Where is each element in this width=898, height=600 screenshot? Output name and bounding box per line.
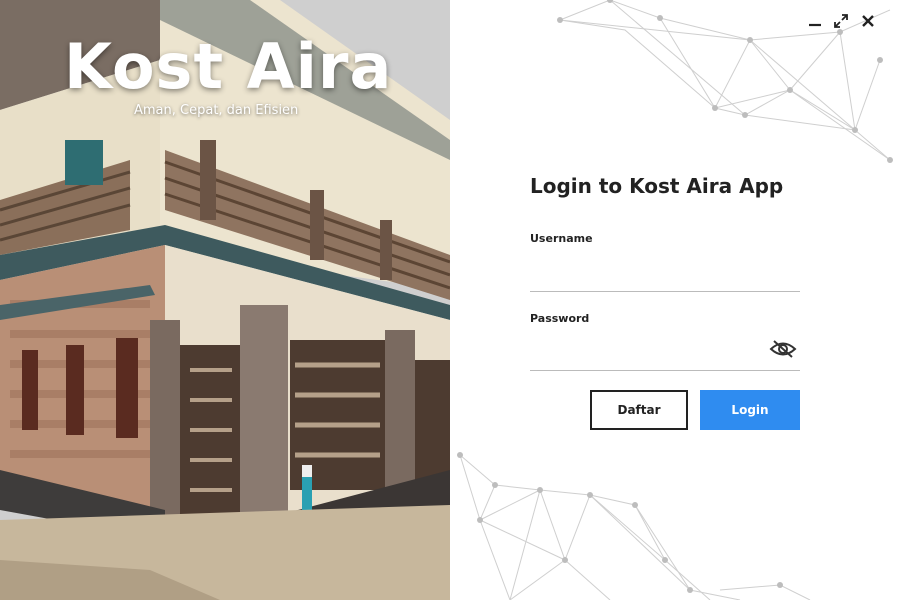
- login-panel: Login to Kost Aira App Username Password…: [450, 0, 898, 600]
- network-decoration: [457, 0, 893, 600]
- minimize-button[interactable]: [804, 10, 826, 32]
- building-photo: Kost Aira Aman, Cepat, dan Efisien: [0, 0, 450, 600]
- maximize-icon: [834, 14, 848, 28]
- minimize-icon: [809, 23, 821, 27]
- register-button[interactable]: Daftar: [590, 390, 688, 430]
- username-field[interactable]: [530, 261, 800, 292]
- password-label: Password: [530, 312, 590, 325]
- eye-slash-icon: [769, 340, 797, 358]
- maximize-button[interactable]: [830, 10, 852, 32]
- close-button[interactable]: [857, 10, 879, 32]
- app-title: Kost Aira: [64, 30, 393, 103]
- login-button[interactable]: Login: [700, 390, 800, 430]
- login-title: Login to Kost Aira App: [530, 174, 784, 198]
- password-underline: [530, 370, 800, 371]
- password-visibility-toggle[interactable]: [768, 338, 798, 360]
- password-field[interactable]: [530, 340, 770, 371]
- app-tagline: Aman, Cepat, dan Efisien: [134, 103, 299, 118]
- username-label: Username: [530, 232, 593, 245]
- close-icon: [862, 15, 874, 27]
